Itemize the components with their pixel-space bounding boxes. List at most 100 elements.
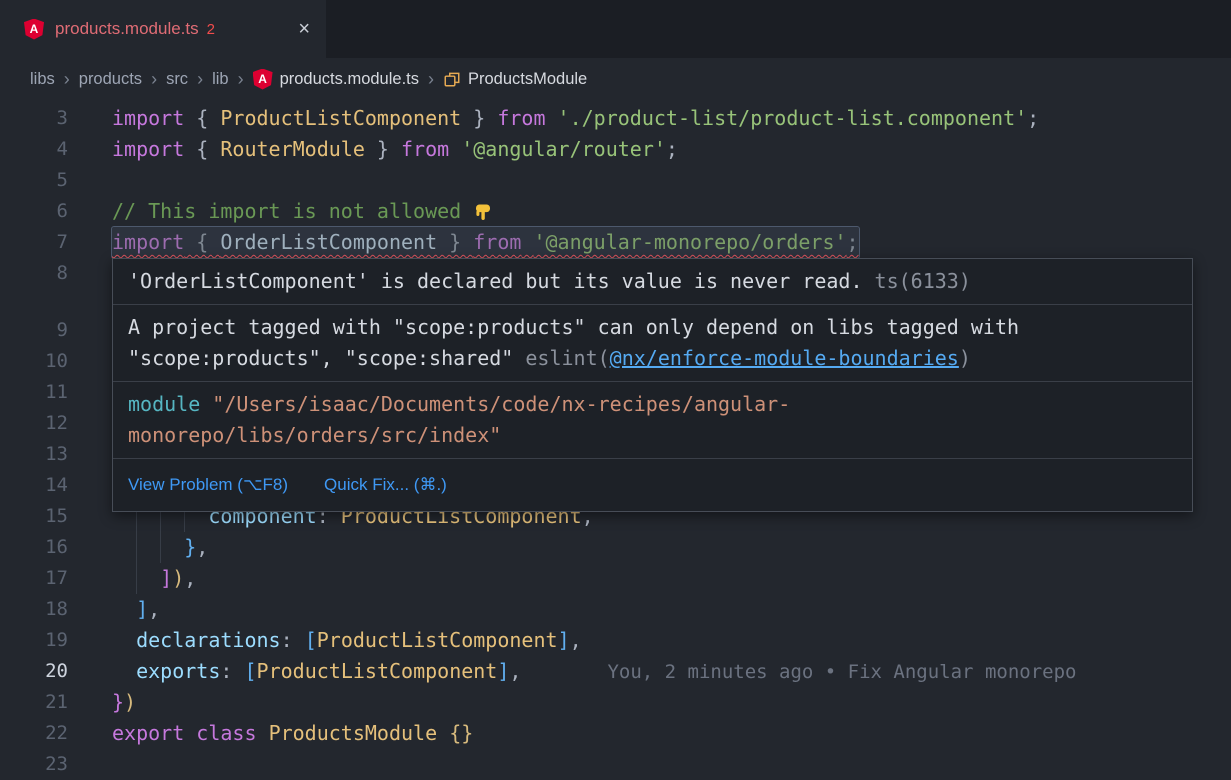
breadcrumb-separator: › (419, 69, 443, 90)
breadcrumb: libs›products›src›lib›products.module.ts… (0, 58, 1231, 100)
line-number[interactable]: 16 (0, 532, 68, 563)
line-number[interactable]: 14 (0, 470, 68, 501)
code-token: import (112, 230, 184, 254)
code-line-6[interactable]: 6 // This import is not allowed (0, 196, 1231, 227)
code-token (521, 230, 533, 254)
line-number[interactable]: 10 (0, 346, 68, 377)
breadcrumb-item-products-module-ts[interactable]: products.module.ts (253, 69, 419, 90)
code-token: // This import is not allowed (112, 199, 473, 223)
breadcrumb-separator: › (55, 69, 79, 90)
line-number[interactable]: 23 (0, 749, 68, 780)
breadcrumb-label: products.module.ts (280, 70, 419, 89)
code-line-21[interactable]: 21}) (0, 687, 1231, 718)
line-number[interactable]: 22 (0, 718, 68, 749)
line-number[interactable]: 3 (0, 103, 68, 134)
line-number[interactable]: 6 (0, 196, 68, 227)
code-line-16[interactable]: 16 }, (0, 532, 1231, 563)
code-token: [ (305, 628, 317, 652)
line-number[interactable]: 5 (0, 165, 68, 196)
line-number[interactable]: 19 (0, 625, 68, 656)
code-line-23[interactable]: 23 (0, 749, 1231, 780)
code-line-content[interactable]: import { RouterModule } from '@angular/r… (112, 134, 1231, 165)
breadcrumb-item-src[interactable]: src (166, 70, 188, 89)
code-line-content[interactable] (112, 165, 1231, 196)
hover-text: module (128, 392, 200, 416)
code-token: ] (160, 566, 172, 590)
line-number[interactable]: 18 (0, 594, 68, 625)
code-token: declarations (136, 628, 281, 652)
breadcrumb-item-products[interactable]: products (79, 70, 142, 89)
code-line-17[interactable]: 17 ]), (0, 563, 1231, 594)
breadcrumb-label: ProductsModule (468, 70, 587, 89)
code-text: }) (112, 687, 136, 718)
line-number[interactable]: 21 (0, 687, 68, 718)
code-token: , (184, 566, 196, 590)
angular-icon (253, 69, 273, 90)
code-line-19[interactable]: 19 declarations: [ProductListComponent], (0, 625, 1231, 656)
line-number[interactable]: 15 (0, 501, 68, 532)
code-line-18[interactable]: 18 ], (0, 594, 1231, 625)
line-number[interactable]: 9 (0, 315, 68, 346)
code-token (437, 721, 449, 745)
line-number[interactable]: 13 (0, 439, 68, 470)
code-text: ], (112, 594, 160, 625)
code-line-22[interactable]: 22 export class ProductsModule {} (0, 718, 1231, 749)
code-line-content[interactable] (112, 749, 1231, 780)
code-text: ]), (112, 563, 196, 594)
line-number[interactable]: 8 (0, 258, 68, 289)
line-number[interactable]: 20 (0, 656, 68, 687)
line-number[interactable]: 7 (0, 227, 68, 258)
code-line-content[interactable]: ], (112, 594, 1231, 625)
view-problem-action[interactable]: View Problem (⌥F8) (128, 469, 288, 500)
code-token (112, 628, 136, 652)
line-number[interactable]: 4 (0, 134, 68, 165)
code-line-content[interactable]: // This import is not allowed (112, 196, 1231, 227)
code-token: ProductListComponent (257, 659, 498, 683)
breadcrumb-label: src (166, 70, 188, 89)
code-token: , (148, 597, 160, 621)
git-blame-annotation: You, 2 minutes ago • Fix Angular monorep… (607, 661, 1076, 683)
code-token: : (281, 628, 305, 652)
hover-text-line: "scope:products", "scope:shared" eslint(… (128, 343, 1177, 374)
code-line-5[interactable]: 5 (0, 165, 1231, 196)
breadcrumb-item-lib[interactable]: lib (212, 70, 229, 89)
hover-text: monorepo/libs/orders/src/index" (128, 423, 501, 447)
code-token: , (196, 535, 208, 559)
line-number[interactable]: 17 (0, 563, 68, 594)
code-line-content[interactable]: declarations: [ProductListComponent], (112, 625, 1231, 656)
code-line-content[interactable]: }, (112, 532, 1231, 563)
code-token: , (570, 628, 582, 652)
breadcrumb-separator: › (188, 69, 212, 90)
code-token: ) (172, 566, 184, 590)
code-line-content[interactable]: import { OrderListComponent } from '@ang… (112, 227, 1231, 258)
code-token: exports (136, 659, 220, 683)
code-line-content[interactable]: export class ProductsModule {} (112, 718, 1231, 749)
code-line-content[interactable]: exports: [ProductListComponent],You, 2 m… (112, 656, 1231, 687)
code-line-4[interactable]: 4 import { RouterModule } from '@angular/… (0, 134, 1231, 165)
line-number[interactable]: 11 (0, 377, 68, 408)
eslint-rule-link[interactable]: @nx/enforce-module-boundaries (610, 346, 959, 370)
code-token: [ (244, 659, 256, 683)
code-token: import (112, 137, 184, 161)
code-token: from (473, 230, 521, 254)
breadcrumb-item-libs[interactable]: libs (30, 70, 55, 89)
code-line-content[interactable]: }) (112, 687, 1231, 718)
vscode-window: { "colors": { "editor_bg": "#23272e", "t… (0, 0, 1231, 780)
hover-text-line: 'OrderListComponent' is declared but its… (128, 266, 1177, 297)
diagnostic-hover-popup: 'OrderListComponent' is declared but its… (112, 258, 1193, 512)
code-line-content[interactable]: ]), (112, 563, 1231, 594)
hover-text-line: monorepo/libs/orders/src/index" (128, 420, 1177, 451)
line-number[interactable]: 12 (0, 408, 68, 439)
tab-products-module-ts[interactable]: products.module.ts 2 × (0, 0, 326, 58)
close-icon[interactable]: × (272, 19, 310, 39)
code-token: import (112, 106, 184, 130)
quick-fix-action[interactable]: Quick Fix... (⌘.) (324, 469, 447, 500)
code-token: ProductsModule (269, 721, 438, 745)
code-line-content[interactable]: import { ProductListComponent } from './… (112, 103, 1231, 134)
code-token (112, 597, 136, 621)
breadcrumb-item-productsmodule[interactable]: ProductsModule (443, 70, 587, 89)
code-line-7[interactable]: 7 import { OrderListComponent } from '@an… (0, 227, 1231, 258)
code-token: ProductListComponent (220, 106, 461, 130)
code-line-3[interactable]: 3 import { ProductListComponent } from '.… (0, 103, 1231, 134)
code-line-20[interactable]: 20 exports: [ProductListComponent],You, … (0, 656, 1231, 687)
